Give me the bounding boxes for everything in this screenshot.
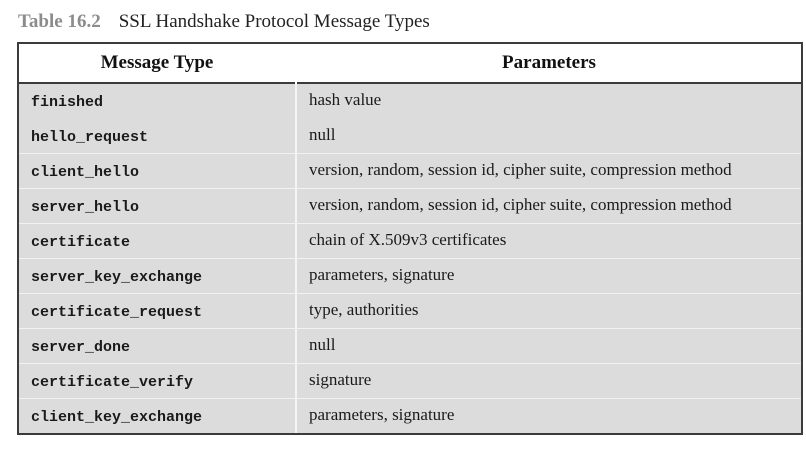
header-parameters: Parameters — [502, 52, 596, 73]
table-body: hello_request null client_hello version,… — [19, 84, 801, 433]
message-type-cell: client_hello — [31, 164, 140, 181]
table-row: hello_request null — [19, 119, 801, 154]
table-header-row: Message Type Parameters — [19, 44, 801, 84]
parameters-cell: hash value — [309, 90, 382, 109]
parameters-cell: version, random, session id, cipher suit… — [309, 160, 732, 179]
message-type-cell: server_done — [31, 339, 131, 356]
table-row: server_done null — [19, 329, 801, 364]
message-type-cell: hello_request — [31, 129, 149, 146]
parameters-cell: parameters, signature — [309, 265, 455, 284]
parameters-cell: parameters, signature — [309, 405, 455, 424]
table-row: finished hash value — [19, 84, 801, 119]
message-types-table: Message Type Parameters hello_request nu… — [17, 42, 803, 435]
message-type-cell: certificate_verify — [31, 374, 194, 391]
parameters-cell: null — [309, 125, 336, 144]
message-type-cell: server_key_exchange — [31, 269, 203, 286]
message-type-cell: client_key_exchange — [31, 409, 203, 426]
table-row: server_hello version, random, session id… — [19, 189, 801, 224]
table-row: certificate_request type, authorities — [19, 294, 801, 329]
table-row: client_key_exchange parameters, signatur… — [19, 399, 801, 434]
table-row: certificate_verify signature — [19, 364, 801, 399]
parameters-cell: version, random, session id, cipher suit… — [309, 195, 732, 214]
table-title: SSL Handshake Protocol Message Types — [118, 11, 430, 32]
table-row: client_hello version, random, session id… — [19, 154, 801, 189]
header-message-type: Message Type — [100, 52, 214, 73]
parameters-cell: chain of X.509v3 certificates — [309, 230, 507, 249]
row-separator — [19, 433, 801, 434]
table-row: certificate chain of X.509v3 certificate… — [19, 224, 801, 259]
message-type-cell: certificate — [31, 234, 131, 251]
parameters-cell: type, authorities — [309, 300, 419, 319]
parameters-cell: signature — [309, 370, 372, 389]
table-number: Table 16.2 — [18, 11, 101, 32]
table-caption: Table 16.2 SSL Handshake Protocol Message… — [18, 9, 430, 35]
parameters-cell: null — [309, 335, 336, 354]
table-row: server_key_exchange parameters, signatur… — [19, 259, 801, 294]
message-type-cell: certificate_request — [31, 304, 203, 321]
message-type-cell: server_hello — [31, 199, 140, 216]
message-type-cell: finished — [31, 94, 104, 111]
